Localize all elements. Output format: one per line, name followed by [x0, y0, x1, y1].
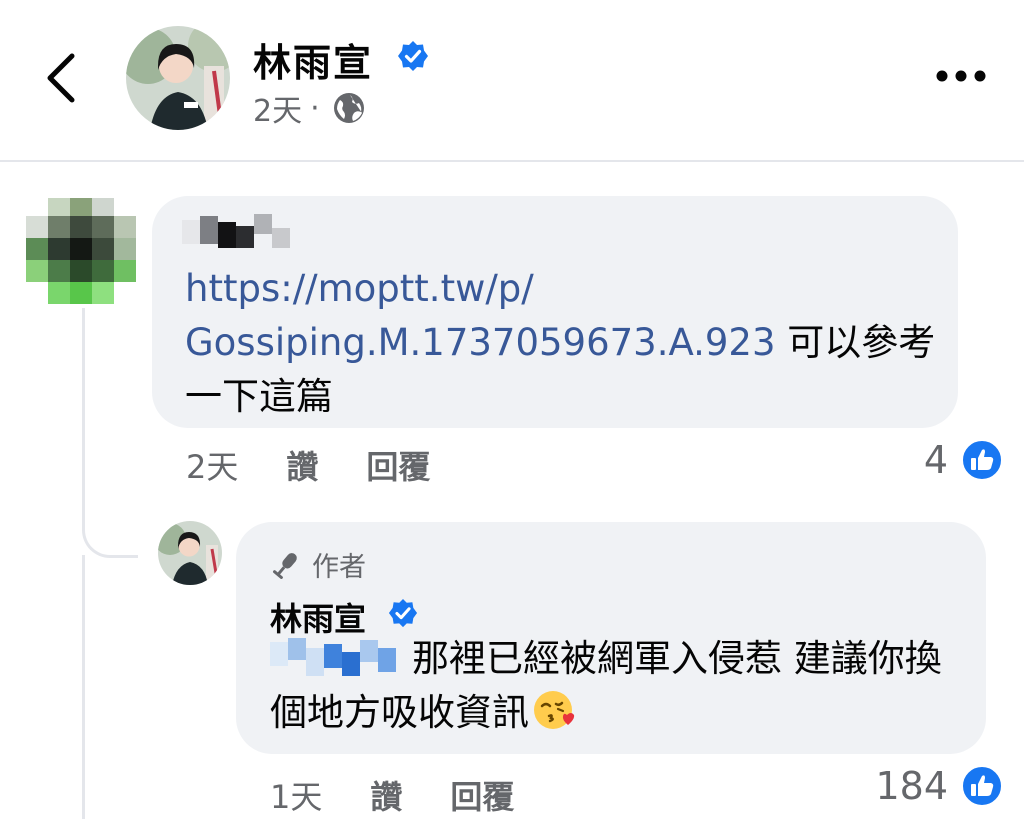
- reply-text: 那裡已經被網軍入侵惹 建議你換個地方吸收資訊: [270, 632, 970, 740]
- reply-thread-line: [82, 308, 138, 558]
- like-count: 4: [923, 438, 948, 482]
- header-divider: [0, 160, 1024, 162]
- reply-time[interactable]: 1天: [270, 772, 322, 818]
- reply-button[interactable]: 回覆: [450, 772, 514, 818]
- thread-line-continued: [82, 555, 85, 819]
- verified-badge-icon: [398, 41, 428, 71]
- post-time[interactable]: 2天: [253, 86, 302, 130]
- author-name[interactable]: 林雨宣: [253, 32, 373, 87]
- microphone-icon: [273, 552, 297, 579]
- reaction-count[interactable]: 4: [924, 438, 1004, 482]
- like-reaction-icon: [961, 439, 1003, 481]
- comment-link-line-2[interactable]: Gossiping.M.1737059673.A.923: [185, 321, 776, 364]
- globe-icon: [333, 93, 364, 123]
- reply-author-avatar[interactable]: [158, 521, 222, 585]
- comment-link-line-1[interactable]: https://moptt.tw/p/: [185, 267, 534, 310]
- comment-text: https://moptt.tw/p/ Gossiping.M.17370596…: [185, 262, 945, 424]
- reply-actions: 1天 讚 回覆: [270, 772, 562, 818]
- like-reaction-icon: [961, 765, 1003, 807]
- meta-separator: ·: [310, 90, 320, 126]
- reaction-count[interactable]: 184: [875, 764, 1004, 808]
- comment-time[interactable]: 2天: [186, 442, 238, 488]
- like-button[interactable]: 讚: [286, 442, 318, 488]
- author-avatar[interactable]: [126, 26, 230, 130]
- reply-button[interactable]: 回覆: [366, 442, 430, 488]
- post-meta: 2天 ·: [253, 86, 366, 130]
- kissing-heart-emoji: [534, 691, 575, 729]
- post-header: 林雨宣 2天 ·: [0, 0, 1024, 160]
- more-dots-icon[interactable]: [936, 64, 986, 88]
- commenter-avatar-blurred[interactable]: [26, 198, 136, 304]
- author-badge-label: 作者: [312, 552, 366, 583]
- back-chevron-icon[interactable]: [40, 50, 84, 106]
- author-badge: 作者: [270, 545, 366, 584]
- comment-actions: 2天 讚 回覆: [186, 442, 478, 488]
- commenter-name-blurred[interactable]: [182, 212, 292, 252]
- reply-body: 那裡已經被網軍入侵惹 建議你換個地方吸收資訊: [270, 637, 942, 734]
- verified-badge-icon: [388, 598, 418, 628]
- like-count: 184: [875, 764, 948, 808]
- like-button[interactable]: 讚: [370, 772, 402, 818]
